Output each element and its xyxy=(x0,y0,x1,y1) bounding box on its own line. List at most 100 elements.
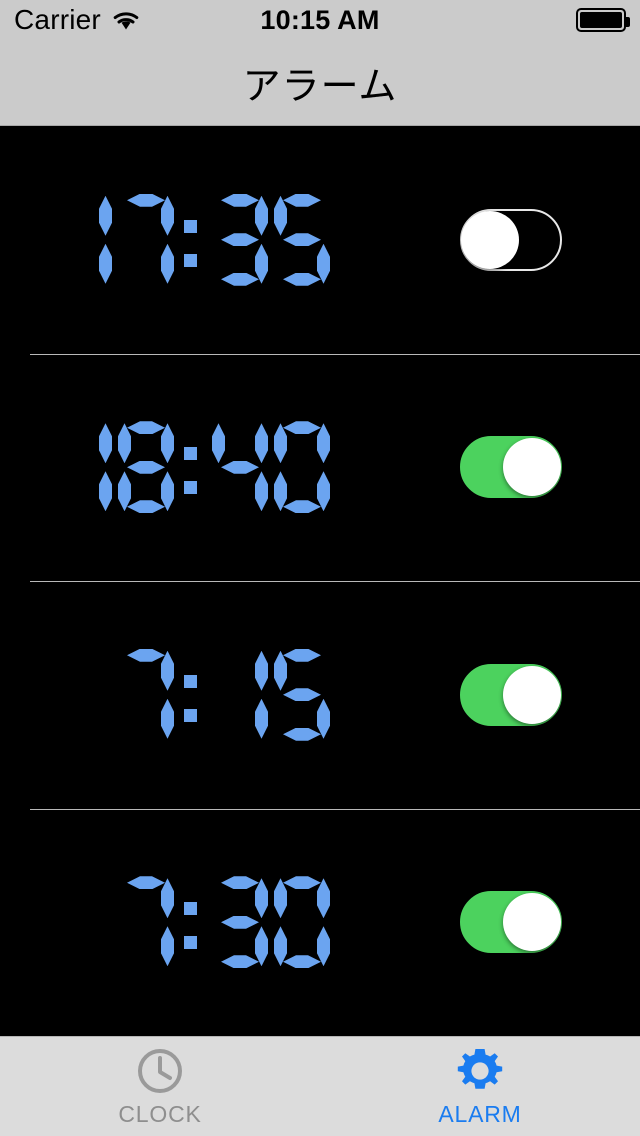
segment-a xyxy=(65,421,103,434)
segment-e xyxy=(118,699,131,739)
alarm-toggle[interactable] xyxy=(460,663,562,726)
alarm-toggle[interactable] xyxy=(460,436,562,499)
alarm-toggle[interactable] xyxy=(460,891,562,954)
segment-f xyxy=(118,651,131,691)
colon-dot-bottom xyxy=(184,936,197,950)
toggle-knob xyxy=(503,438,561,497)
carrier-label: Carrier xyxy=(14,4,101,35)
battery-icon xyxy=(576,8,630,32)
battery-fill xyxy=(580,12,622,28)
tab-alarm-label: ALARM xyxy=(438,1101,522,1127)
seven-segment-digit xyxy=(56,876,112,968)
segment-c xyxy=(255,926,268,966)
segment-b xyxy=(317,651,330,691)
segment-g xyxy=(221,233,259,246)
segment-d xyxy=(283,728,321,741)
segment-d xyxy=(65,955,103,968)
digit-colon xyxy=(180,876,206,968)
toggle-knob xyxy=(503,893,561,952)
segment-f xyxy=(274,196,287,236)
seven-segment-digit xyxy=(212,421,268,513)
alarm-toggle[interactable] xyxy=(460,208,562,271)
segment-a xyxy=(283,876,321,889)
seven-segment-digit xyxy=(274,421,330,513)
segment-d xyxy=(221,273,259,286)
segment-c xyxy=(317,926,330,966)
tab-bar: CLOCK ALARM xyxy=(0,1036,640,1136)
segment-a xyxy=(283,194,321,207)
segment-f xyxy=(274,878,287,918)
segment-a xyxy=(221,649,259,662)
segment-f xyxy=(56,196,69,236)
tab-clock[interactable]: CLOCK xyxy=(0,1037,320,1136)
seven-segment-digit xyxy=(56,421,112,513)
segment-d xyxy=(127,728,165,741)
segment-a xyxy=(65,194,103,207)
alarm-time-display xyxy=(56,194,336,286)
segment-f xyxy=(212,651,225,691)
segment-b xyxy=(255,423,268,463)
segment-e xyxy=(212,926,225,966)
segment-b xyxy=(161,878,174,918)
segment-d xyxy=(283,500,321,513)
segment-f xyxy=(118,196,131,236)
segment-g xyxy=(283,233,321,246)
segment-g xyxy=(127,688,165,701)
tab-alarm[interactable]: ALARM xyxy=(320,1037,640,1136)
segment-f xyxy=(212,196,225,236)
seven-segment-digit xyxy=(212,649,268,741)
alarm-row[interactable] xyxy=(0,808,640,1036)
segment-a xyxy=(127,649,165,662)
toggle-knob xyxy=(503,665,561,724)
segment-g xyxy=(283,461,321,474)
seven-segment-digit xyxy=(118,421,174,513)
colon-dot-top xyxy=(184,902,197,916)
segment-a xyxy=(127,876,165,889)
segment-b xyxy=(99,196,112,236)
segment-f xyxy=(212,423,225,463)
tab-clock-label: CLOCK xyxy=(118,1101,202,1127)
segment-b xyxy=(161,196,174,236)
page-title: アラーム xyxy=(242,66,398,108)
segment-b xyxy=(317,423,330,463)
seven-segment-digit xyxy=(56,649,112,741)
segment-c xyxy=(317,244,330,284)
segment-a xyxy=(221,876,259,889)
seven-segment-digit xyxy=(212,876,268,968)
seven-segment-digit xyxy=(274,194,330,286)
segment-a xyxy=(127,421,165,434)
segment-d xyxy=(221,728,259,741)
segment-g xyxy=(65,461,103,474)
segment-a xyxy=(221,194,259,207)
segment-e xyxy=(118,471,131,511)
segment-e xyxy=(274,926,287,966)
segment-g xyxy=(127,233,165,246)
segment-e xyxy=(274,244,287,284)
segment-b xyxy=(255,651,268,691)
alarm-row[interactable] xyxy=(0,581,640,809)
segment-g xyxy=(127,916,165,929)
seven-segment-digit xyxy=(274,649,330,741)
segment-c xyxy=(255,699,268,739)
segment-c xyxy=(255,244,268,284)
segment-f xyxy=(56,423,69,463)
seven-segment-digit xyxy=(56,194,112,286)
segment-e xyxy=(56,244,69,284)
segment-e xyxy=(212,471,225,511)
gear-icon xyxy=(454,1045,506,1097)
segment-b xyxy=(161,651,174,691)
alarm-row[interactable] xyxy=(0,353,640,581)
digit-colon xyxy=(180,649,206,741)
segment-d xyxy=(221,500,259,513)
segment-b xyxy=(255,196,268,236)
segment-g xyxy=(221,916,259,929)
segment-e xyxy=(56,699,69,739)
segment-c xyxy=(99,244,112,284)
wifi-icon xyxy=(111,9,141,31)
segment-g xyxy=(283,688,321,701)
alarm-row[interactable] xyxy=(0,126,640,354)
seven-segment-digit xyxy=(274,876,330,968)
segment-e xyxy=(212,244,225,284)
colon-dot-bottom xyxy=(184,481,197,495)
segment-f xyxy=(118,423,131,463)
